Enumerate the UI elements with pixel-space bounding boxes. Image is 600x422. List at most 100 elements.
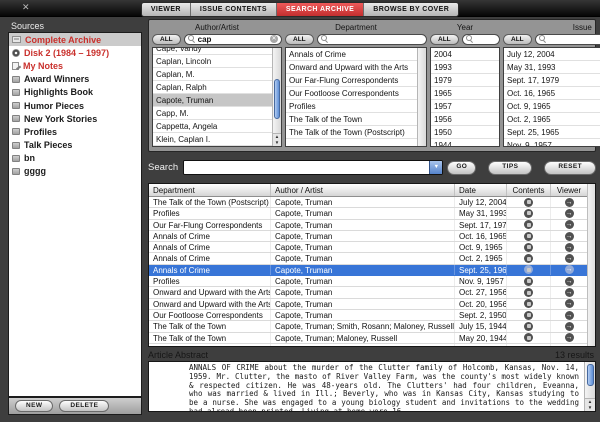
viewer-icon[interactable]: → [565,220,574,229]
filter-list-item[interactable]: Oct. 16, 1965 [504,87,600,100]
table-row[interactable]: The Talk of the TownCapote, Truman; Smit… [149,321,595,332]
contents-icon[interactable] [524,254,533,263]
filter-list-item[interactable]: Profiles [286,100,417,113]
filter-list-item[interactable]: Oct. 9, 1965 [504,100,600,113]
filter-list-item[interactable]: July 12, 2004 [504,48,600,61]
filter-list-item[interactable]: 1957 [431,100,499,113]
delete-button[interactable]: DELETE [59,400,109,413]
filter-list-item[interactable]: Our Far-Flung Correspondents [286,74,417,87]
search-dropdown-button[interactable]: ▼ [429,161,442,174]
tab-search-archive[interactable]: SEARCH ARCHIVE [277,3,364,16]
filter-list-item[interactable]: The Talk of the Town (Postscript) [286,126,417,139]
table-row[interactable]: Annals of CrimeCapote, TrumanOct. 2, 196… [149,253,595,264]
table-row[interactable]: The Talk of the TownCapote, Truman; Malo… [149,333,595,344]
filter-list-item[interactable]: Our Footloose Correspondents [286,87,417,100]
filter-list-item[interactable]: 1956 [431,113,499,126]
contents-icon[interactable] [524,333,533,342]
table-row[interactable]: Our Far-Flung CorrespondentsCapote, Trum… [149,220,595,231]
filter-list-item[interactable]: Klein, Caplan I. [153,133,272,146]
viewer-icon[interactable]: → [565,265,574,274]
filter-list-item[interactable]: Oct. 2, 1965 [504,113,600,126]
viewer-icon[interactable]: → [565,254,574,263]
all-button[interactable]: ALL [285,34,314,45]
search-input[interactable] [184,161,429,174]
abstract-scrollbar[interactable]: ▲▼ [584,362,595,411]
filter-list-item[interactable]: Annals of Crime [286,48,417,61]
sidebar-item-complete-archive[interactable]: Complete Archive [9,33,141,46]
sidebar-item-new-york-stories[interactable]: New York Stories [9,112,141,125]
close-icon[interactable]: ✕ [22,2,30,13]
viewer-icon[interactable]: → [565,277,574,286]
filter-list-item[interactable]: 2004 [431,48,499,61]
filter-list-item[interactable]: Sept. 17, 1979 [504,74,600,87]
viewer-icon[interactable]: → [565,232,574,241]
filter-list-item[interactable]: 1944 [431,139,499,147]
contents-icon[interactable] [524,299,533,308]
table-row[interactable]: Onward and Upward with the ArtsCapote, T… [149,287,595,298]
viewer-icon[interactable]: → [565,322,574,331]
contents-icon[interactable] [524,198,533,207]
filter-list-item[interactable]: 1950 [431,126,499,139]
list-scrollbar[interactable] [417,48,426,146]
table-row[interactable]: Annals of CrimeCapote, TrumanOct. 16, 19… [149,231,595,242]
contents-icon[interactable] [524,288,533,297]
sidebar-item-disk-2-1984-1997[interactable]: Disk 2 (1984 – 1997) [9,46,141,59]
sidebar-item-my-notes[interactable]: My Notes [9,59,141,72]
filter-list-item[interactable]: May 31, 1993 [504,61,600,74]
filter-search-input[interactable] [476,35,496,44]
filter-search-input[interactable] [331,35,423,44]
tab-issue-contents[interactable]: ISSUE CONTENTS [191,3,277,16]
contents-icon[interactable] [524,265,533,274]
scroll-down-icon[interactable]: ▼ [588,405,592,411]
sidebar-item-talk-pieces[interactable]: Talk Pieces [9,139,141,152]
filter-list-item[interactable]: The Talk of the Town [286,113,417,126]
all-button[interactable]: ALL [430,34,459,45]
viewer-icon[interactable]: → [565,209,574,218]
filter-list-item[interactable]: 1993 [431,61,499,74]
filter-list-item[interactable]: Cappetta, Angela [153,120,272,133]
filter-list-item[interactable]: Cape, Vandy [153,47,272,55]
results-scrollbar[interactable] [587,184,595,346]
sidebar-item-profiles[interactable]: Profiles [9,125,141,138]
viewer-icon[interactable]: → [565,333,574,342]
table-row[interactable]: Annals of CrimeCapote, TrumanSept. 25, 1… [149,265,595,276]
filter-list-item[interactable]: Caplan, M. [153,68,272,81]
tab-viewer[interactable]: VIEWER [142,3,191,16]
tips-button[interactable]: TIPS [488,161,532,175]
sidebar-item-gggg[interactable]: gggg [9,165,141,178]
contents-icon[interactable] [524,311,533,320]
contents-icon[interactable] [524,243,533,252]
filter-list-item[interactable]: Onward and Upward with the Arts [286,61,417,74]
scrollbar-thumb[interactable] [587,364,594,386]
filter-search-input[interactable] [549,35,600,44]
filter-list-item[interactable]: Capote, Truman [153,94,272,107]
sidebar-item-highlights-book[interactable]: Highlights Book [9,86,141,99]
filter-list-item[interactable]: Caplan, Lincoln [153,55,272,68]
scrollbar-thumb[interactable] [274,79,280,118]
filter-list-item[interactable]: Patsy, L., Capt. [153,146,272,147]
viewer-icon[interactable]: → [565,198,574,207]
filter-list-item[interactable]: Sept. 25, 1965 [504,126,600,139]
new-button[interactable]: NEW [15,400,53,413]
contents-icon[interactable] [524,322,533,331]
filter-list-item[interactable]: Caplan, Ralph [153,81,272,94]
contents-icon[interactable] [524,277,533,286]
viewer-icon[interactable]: → [565,311,574,320]
all-button[interactable]: ALL [152,34,181,45]
sidebar-item-humor-pieces[interactable]: Humor Pieces [9,99,141,112]
filter-list-item[interactable]: Capp, M. [153,107,272,120]
tab-browse-by-cover[interactable]: BROWSE BY COVER [364,3,458,16]
viewer-icon[interactable]: → [565,299,574,308]
table-row[interactable]: ProfilesCapote, TrumanMay 31, 1993→ [149,208,595,219]
sidebar-item-bn[interactable]: bn [9,152,141,165]
table-row[interactable]: Annals of CrimeCapote, TrumanOct. 9, 196… [149,242,595,253]
viewer-icon[interactable]: → [565,243,574,252]
all-button[interactable]: ALL [503,34,532,45]
viewer-icon[interactable]: → [565,288,574,297]
table-row[interactable]: ProfilesCapote, TrumanNov. 9, 1957→ [149,276,595,287]
sidebar-item-award-winners[interactable]: Award Winners [9,73,141,86]
filter-list-item[interactable]: 1979 [431,74,499,87]
clear-icon[interactable]: ✕ [270,35,278,43]
table-row[interactable]: Our Footloose CorrespondentsCapote, Trum… [149,310,595,321]
table-row[interactable]: The Talk of the Town (Postscript)Capote,… [149,197,595,208]
